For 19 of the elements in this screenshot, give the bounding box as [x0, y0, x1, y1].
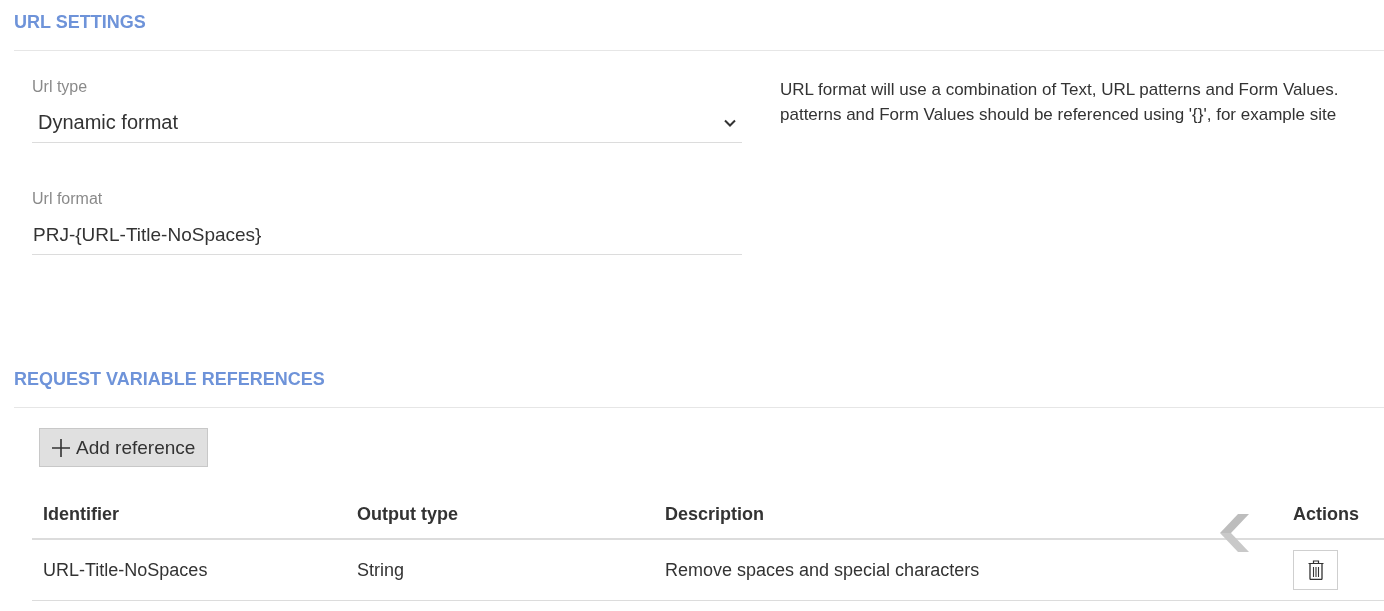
section-title: URL SETTINGS	[14, 11, 146, 33]
help-text: URL format will use a combination of Text, URL patterns and Form Values. patterns and Form Values should be referenced using '{}', for example site	[780, 79, 1339, 126]
column-header: Actions	[1293, 504, 1359, 525]
column-header: Output type	[357, 504, 458, 525]
column-header: Description	[665, 504, 765, 525]
field-label: Url format	[32, 189, 103, 209]
url-format-input[interactable]: PRJ-{URL-Title-NoSpaces}	[32, 215, 742, 255]
section-title: REQUEST VARIABLE REFERENCES	[14, 368, 325, 390]
table-cell: Remove spaces and special characters	[665, 559, 980, 581]
column-header: Identifier	[43, 504, 119, 525]
chevron-down-icon	[724, 118, 736, 127]
add-reference-button[interactable]: Add reference	[39, 428, 209, 467]
table-cell: URL-Title-NoSpaces	[43, 559, 208, 581]
plus-icon	[52, 438, 70, 457]
table-cell: String	[357, 559, 405, 581]
delete-button[interactable]	[1293, 550, 1338, 590]
field-label: Url type	[32, 77, 88, 97]
url-type-select[interactable]: Dynamic format	[32, 103, 742, 143]
trash-icon	[1307, 560, 1324, 580]
